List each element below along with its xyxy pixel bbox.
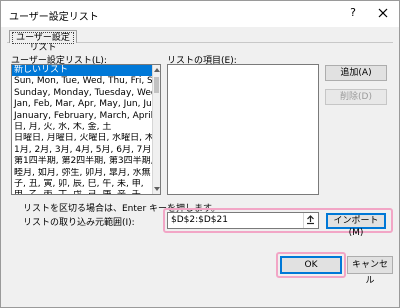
custom-lists-items: 新しいリスト Sun, Mon, Tue, Wed, Thu, Fri, Sa Su… <box>12 65 160 194</box>
import-range-label: リストの取り込み元範囲(I): <box>23 218 135 228</box>
scroll-thumb[interactable] <box>154 77 159 93</box>
custom-list-item[interactable]: 日曜日, 月曜日, 火曜日, 水曜日, 木 <box>12 133 160 144</box>
custom-list-item[interactable]: 甲, 乙, 丙, 丁, 戊, 己, 庚, 辛, 壬, <box>12 190 160 194</box>
import-button[interactable]: インポート(M) <box>326 213 386 238</box>
custom-list-item[interactable]: 子, 丑, 寅, 卯, 辰, 巳, 午, 未, 申, <box>12 179 160 190</box>
custom-list-item[interactable]: Sunday, Monday, Tuesday, Wedn <box>12 88 160 99</box>
custom-lists-listbox[interactable]: 新しいリスト Sun, Mon, Tue, Wed, Thu, Fri, Sa Su… <box>11 64 161 195</box>
delete-button[interactable]: 削除(D) <box>325 89 387 105</box>
list-entries-textarea[interactable] <box>167 64 319 195</box>
custom-list-item[interactable]: 1月, 2月, 3月, 4月, 5月, 6月, 7月, 8 <box>12 145 160 156</box>
vertical-scrollbar[interactable] <box>152 65 160 194</box>
add-button[interactable]: 追加(A) <box>325 65 387 81</box>
scroll-down-icon[interactable] <box>154 187 160 191</box>
custom-list-item[interactable]: Sun, Mon, Tue, Wed, Thu, Fri, Sa <box>12 76 160 87</box>
collapse-dialog-button[interactable] <box>303 213 318 228</box>
custom-list-item[interactable]: January, February, March, April, <box>12 111 160 122</box>
custom-list-item[interactable]: 新しいリスト <box>12 65 160 77</box>
custom-lists-dialog: ユーザー設定リスト ? ユーザー設定リスト ユーザー設定リスト(L): 新しいリ… <box>0 0 400 308</box>
cancel-button[interactable]: キャンセル <box>347 256 393 286</box>
custom-list-item[interactable]: 睦月, 如月, 弥生, 卯月, 皐月, 水無 <box>12 168 160 179</box>
ok-button[interactable]: OK <box>280 256 342 274</box>
custom-list-item[interactable]: 日, 月, 火, 水, 木, 金, 土 <box>12 122 160 133</box>
window-title: ユーザー設定リスト <box>9 12 99 23</box>
collapse-icon <box>307 215 314 225</box>
tab-custom-lists[interactable]: ユーザー設定リスト <box>9 30 77 53</box>
custom-list-item[interactable]: Jan, Feb, Mar, Apr, May, Jun, Jul, <box>12 99 160 110</box>
scroll-up-icon[interactable] <box>154 68 160 72</box>
import-range-input[interactable]: $D$2:$D$21 <box>167 212 319 229</box>
custom-list-item[interactable]: 第1四半期, 第2四半期, 第3四半期, <box>12 156 160 167</box>
title-bar: ユーザー設定リスト ? <box>1 1 399 27</box>
close-icon[interactable] <box>375 5 391 21</box>
help-button[interactable]: ? <box>346 6 360 22</box>
tab-label: ユーザー設定リスト <box>12 32 74 53</box>
